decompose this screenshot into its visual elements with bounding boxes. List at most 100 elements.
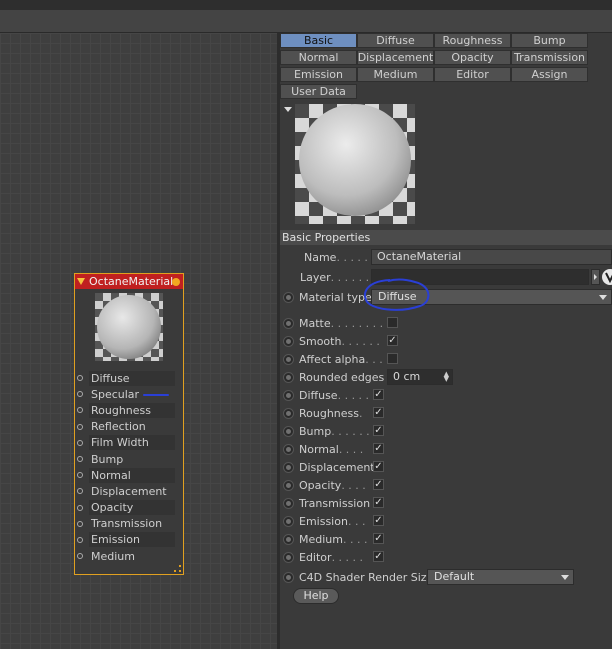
property-label-dots: . . . . . .	[341, 334, 380, 348]
node-port-specular[interactable]: Specular	[75, 386, 183, 402]
property-label: Emission	[299, 514, 348, 528]
node-header[interactable]: OctaneMaterial	[75, 274, 183, 289]
property-radio-icon[interactable]	[283, 407, 294, 419]
port-connector-icon[interactable]	[77, 520, 83, 527]
port-connector-icon[interactable]	[77, 375, 83, 382]
property-label: Matte	[299, 316, 331, 330]
property-row-affect-alpha: Affect alpha . . .	[280, 351, 383, 367]
property-radio-icon[interactable]	[283, 515, 294, 527]
node-port-roughness[interactable]: Roughness	[75, 402, 183, 418]
opacity-checkbox[interactable]: ✓	[373, 479, 384, 490]
port-connector-icon[interactable]	[77, 439, 83, 446]
shader-size-row: C4D Shader Render Size	[280, 569, 433, 585]
bump-checkbox[interactable]: ✓	[373, 425, 384, 436]
port-connector-icon[interactable]	[77, 472, 83, 479]
tab-displacement[interactable]: Displacement	[357, 50, 434, 65]
tab-assign[interactable]: Assign	[511, 67, 588, 82]
tab-emission[interactable]: Emission	[280, 67, 357, 82]
property-radio-icon[interactable]	[283, 335, 294, 347]
normal-checkbox[interactable]: ✓	[373, 443, 384, 454]
layer-picker-icon[interactable]	[602, 269, 612, 285]
diffuse-checkbox[interactable]: ✓	[373, 389, 384, 400]
layer-label: Layer	[300, 270, 331, 284]
tab-normal[interactable]: Normal	[280, 50, 357, 65]
port-connector-icon[interactable]	[77, 456, 83, 463]
port-label: Reflection	[89, 419, 175, 435]
property-radio-icon[interactable]	[283, 461, 294, 473]
collapse-triangle-icon[interactable]	[77, 278, 85, 285]
port-connector-icon[interactable]	[77, 553, 83, 560]
node-port-opacity[interactable]: Opacity	[75, 500, 183, 516]
octane-material-node[interactable]: OctaneMaterial Diffuse Specular Roughnes…	[74, 273, 184, 575]
tab-bump[interactable]: Bump	[511, 33, 588, 48]
node-status-dot-icon	[172, 278, 180, 286]
property-radio-icon[interactable]	[283, 425, 294, 437]
node-editor-canvas[interactable]: OctaneMaterial Diffuse Specular Roughnes…	[0, 33, 277, 649]
property-label-dots: . . .	[347, 514, 366, 528]
tab-opacity[interactable]: Opacity	[434, 50, 511, 65]
layer-arrow-button[interactable]	[591, 269, 600, 285]
tab-user-data[interactable]: User Data	[280, 84, 357, 99]
port-connector-icon[interactable]	[77, 488, 83, 495]
node-port-normal[interactable]: Normal	[75, 467, 183, 483]
shader-size-radio-icon[interactable]	[283, 571, 294, 583]
preview-collapse-icon[interactable]	[284, 107, 292, 112]
node-port-diffuse[interactable]: Diffuse	[75, 370, 183, 386]
property-radio-icon[interactable]	[283, 497, 294, 509]
rounded-edges-value: 0 cm	[393, 370, 421, 383]
property-radio-icon[interactable]	[283, 353, 294, 365]
help-button[interactable]: Help	[293, 588, 339, 604]
smooth-checkbox[interactable]: ✓	[387, 335, 398, 346]
node-port-medium[interactable]: Medium	[75, 548, 183, 564]
rounded-edges-input[interactable]: 0 cm ▲ ▼	[387, 369, 453, 385]
property-label: Transmission	[299, 496, 371, 510]
displacement-checkbox[interactable]: ✓	[373, 461, 384, 472]
node-port-transmission[interactable]: Transmission	[75, 516, 183, 532]
material-type-radio-icon[interactable]	[283, 291, 294, 303]
medium-checkbox[interactable]: ✓	[373, 533, 384, 544]
node-port-reflection[interactable]: Reflection	[75, 419, 183, 435]
port-connector-icon[interactable]	[77, 423, 83, 430]
port-connector-icon[interactable]	[77, 407, 83, 414]
property-radio-icon[interactable]	[283, 533, 294, 545]
port-connector-icon[interactable]	[77, 504, 83, 511]
property-radio-icon[interactable]	[283, 479, 294, 491]
name-field[interactable]: OctaneMaterial	[371, 249, 612, 265]
node-port-emission[interactable]: Emission	[75, 532, 183, 548]
port-connector-icon[interactable]	[77, 536, 83, 543]
property-label-dots: . . . . . . . .	[330, 316, 384, 330]
affect-alpha-checkbox[interactable]	[387, 353, 398, 364]
tab-editor[interactable]: Editor	[434, 67, 511, 82]
tab-diffuse[interactable]: Diffuse	[357, 33, 434, 48]
node-port-displacement[interactable]: Displacement	[75, 483, 183, 499]
port-label: Displacement	[89, 483, 175, 499]
tab-basic[interactable]: Basic	[280, 33, 357, 48]
node-port-film-width[interactable]: Film Width	[75, 435, 183, 451]
roughness-checkbox[interactable]: ✓	[373, 407, 384, 418]
property-radio-icon[interactable]	[283, 443, 294, 455]
emission-checkbox[interactable]: ✓	[373, 515, 384, 526]
editor-checkbox[interactable]: ✓	[373, 551, 384, 562]
top-bar	[0, 0, 612, 10]
property-label: Affect alpha	[299, 352, 366, 366]
tab-transmission[interactable]: Transmission	[511, 50, 588, 65]
matte-checkbox[interactable]	[387, 317, 398, 328]
tab-medium[interactable]: Medium	[357, 67, 434, 82]
spinner-arrows-icon[interactable]: ▲ ▼	[444, 371, 449, 383]
port-label: Normal	[89, 467, 175, 483]
node-port-bump[interactable]: Bump	[75, 451, 183, 467]
property-radio-icon[interactable]	[283, 551, 294, 563]
shader-size-label: C4D Shader Render Size	[299, 570, 434, 584]
shader-size-dropdown[interactable]: Default	[427, 569, 574, 585]
transmission-checkbox[interactable]: ✓	[373, 497, 384, 508]
property-label-dots: . . . . .	[337, 388, 370, 402]
resize-grip-icon[interactable]	[174, 565, 181, 572]
tab-roughness[interactable]: Roughness	[434, 33, 511, 48]
property-row-editor: Editor . . . . .	[280, 549, 363, 565]
property-radio-icon[interactable]	[283, 317, 294, 329]
property-radio-icon[interactable]	[283, 371, 294, 383]
property-label: Medium	[299, 532, 343, 546]
port-connector-icon[interactable]	[77, 391, 83, 398]
port-label: Roughness	[89, 402, 175, 418]
property-radio-icon[interactable]	[283, 389, 294, 401]
